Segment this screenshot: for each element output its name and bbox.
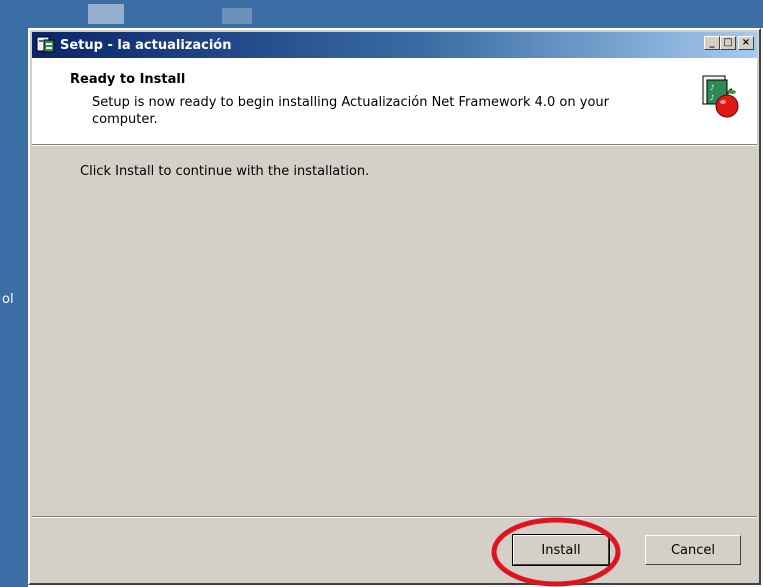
close-button[interactable]: × [738, 36, 754, 50]
svg-text:♪: ♪ [710, 94, 714, 102]
window-title: Setup - la actualización [60, 37, 232, 53]
installer-apple-icon: ♪ ♪ [701, 74, 739, 122]
page-description: Setup is now ready to begin installing A… [92, 95, 609, 127]
button-separator [32, 516, 757, 518]
cancel-button[interactable]: Cancel [645, 535, 741, 565]
install-button[interactable]: Install [512, 534, 610, 566]
maximize-button[interactable]: □ [720, 36, 736, 50]
desktop-icon [222, 8, 252, 24]
svg-text:♪: ♪ [710, 84, 714, 92]
setup-app-icon [36, 35, 56, 55]
wizard-header: Ready to Install Setup is now ready to b… [32, 58, 757, 145]
minimize-button[interactable]: _ [704, 36, 720, 50]
window-controls: _ □ × [704, 36, 754, 50]
install-instructions: Click Install to continue with the insta… [80, 164, 370, 179]
desktop-icon [88, 4, 124, 24]
setup-window: Setup - la actualización _ □ × Ready to … [28, 28, 761, 587]
title-bar[interactable]: Setup - la actualización _ □ × [32, 32, 757, 58]
page-title: Ready to Install [70, 72, 186, 87]
desktop-label-fragment: ol [2, 292, 14, 307]
header-separator [32, 145, 757, 146]
